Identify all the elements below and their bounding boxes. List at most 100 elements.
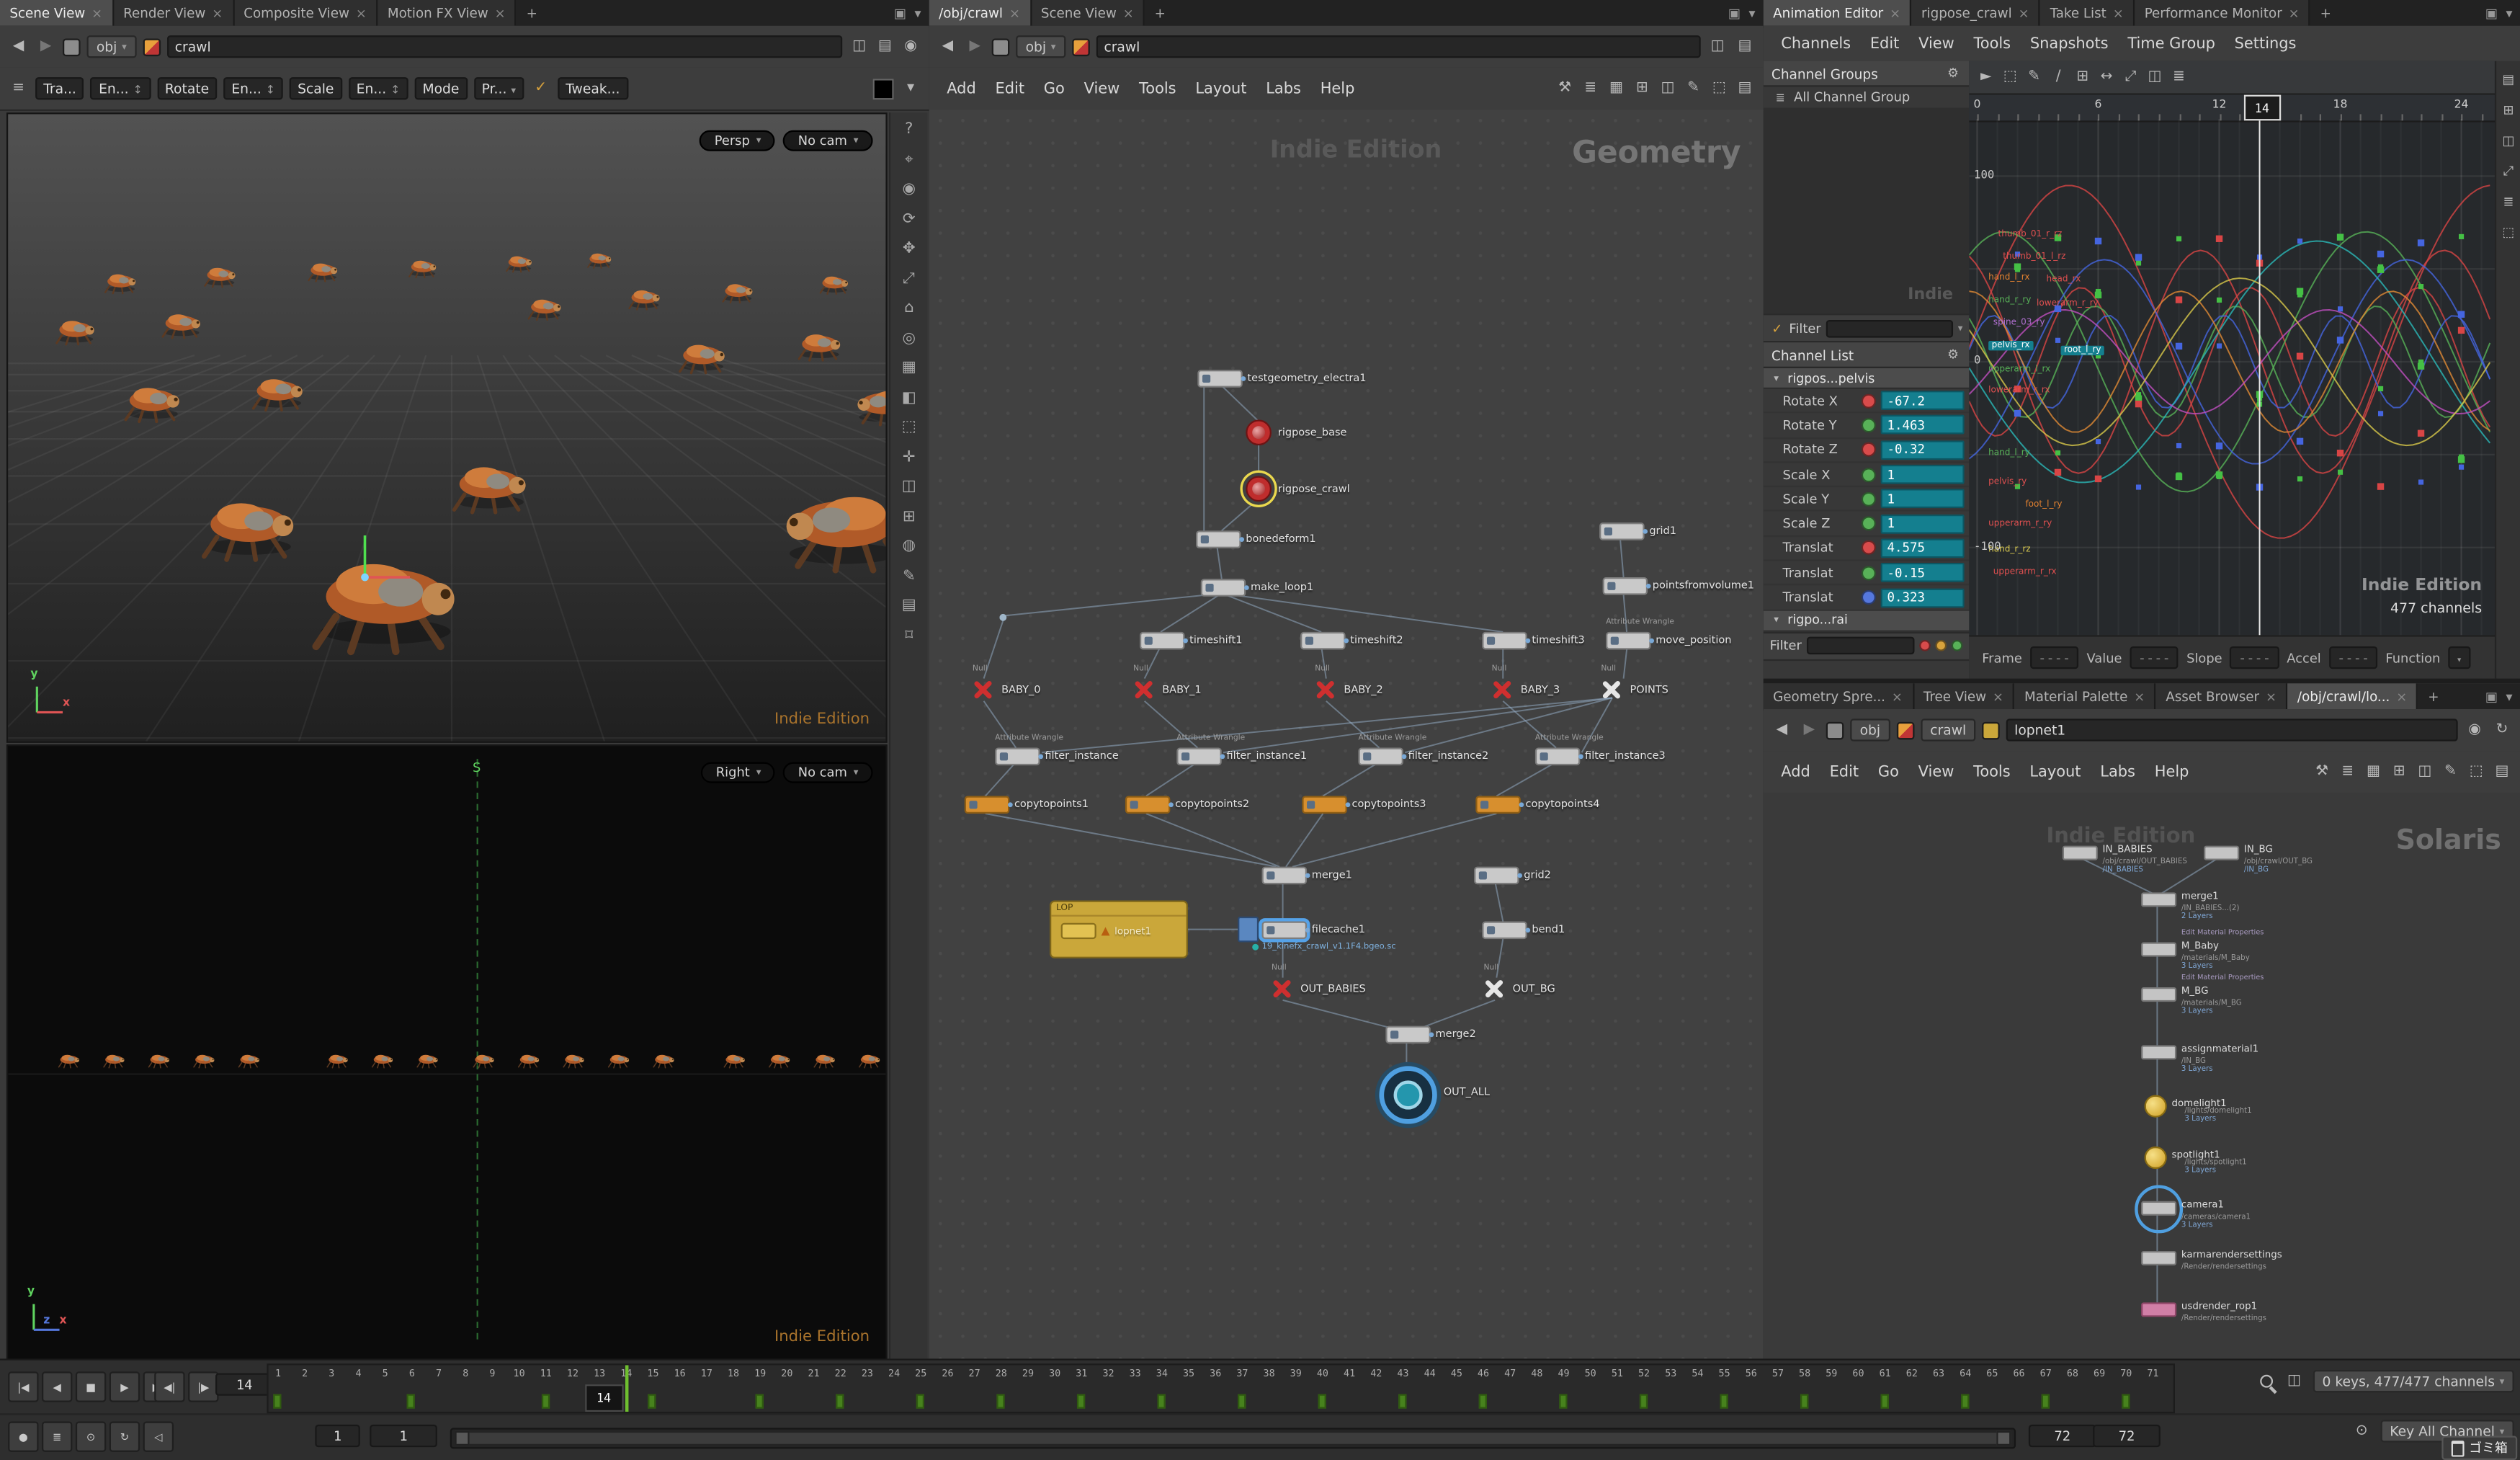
menu-labs[interactable]: Labs bbox=[1256, 78, 1310, 99]
keyframe-tick[interactable] bbox=[1077, 1394, 1085, 1409]
tweak-check-icon[interactable]: ✓ bbox=[530, 78, 551, 99]
display-options-icon[interactable]: ▤ bbox=[875, 36, 895, 57]
node-in-bg[interactable]: IN_BG/obj/crawl/OUT_BG/IN_BG bbox=[2204, 846, 2239, 860]
node-merge1[interactable]: merge1 bbox=[1262, 867, 1307, 885]
channel-group-item[interactable]: ≣ All Channel Group bbox=[1764, 86, 1970, 107]
footer-value-field[interactable]: ---- bbox=[2130, 646, 2179, 669]
forward-icon[interactable]: ▶ bbox=[35, 36, 56, 57]
node-karmarendersettings[interactable]: karmarendersettings/Render/rendersetting… bbox=[2141, 1251, 2176, 1265]
keyframe-tick[interactable] bbox=[756, 1394, 764, 1409]
refresh-icon[interactable]: ↻ bbox=[2492, 720, 2513, 741]
annotate-icon[interactable]: ✎ bbox=[1683, 78, 1704, 99]
menu-snapshots[interactable]: Snapshots bbox=[2020, 33, 2117, 54]
menu-layout[interactable]: Layout bbox=[1186, 78, 1256, 99]
node-pointsfromvolume1[interactable]: pointsfromvolume1 bbox=[1603, 577, 1648, 595]
playback-menu-icon[interactable]: ≣ bbox=[42, 1421, 72, 1451]
view-tools-icon[interactable]: ⌖ bbox=[896, 148, 922, 169]
split-view-icon[interactable]: ◫ bbox=[2145, 67, 2166, 88]
channel-groups-list[interactable]: Indie bbox=[1764, 107, 1970, 313]
node-rigpose-crawl[interactable]: rigpose_crawl bbox=[1246, 476, 1272, 502]
view-lock-icon[interactable]: ◉ bbox=[901, 36, 921, 57]
tab-asset-browser[interactable]: Asset Browser× bbox=[2156, 683, 2288, 709]
filter-yellow-toggle[interactable] bbox=[1935, 640, 1947, 651]
function-dropdown[interactable]: ▾ bbox=[2449, 646, 2470, 669]
keyframe-tick[interactable] bbox=[1800, 1394, 1808, 1409]
region-tools-icon[interactable]: ⊞ bbox=[2072, 67, 2093, 88]
node-timeshift1[interactable]: timeshift1 bbox=[1140, 632, 1184, 650]
tab-close-icon[interactable]: × bbox=[2266, 689, 2277, 703]
tab-close-icon[interactable]: × bbox=[356, 6, 367, 20]
keyframe-tick[interactable] bbox=[1961, 1394, 1969, 1409]
channel-row[interactable]: Translat0.323 bbox=[1764, 586, 1970, 610]
scale-field[interactable]: Scale bbox=[290, 77, 342, 99]
channel-group-row[interactable]: ▾ rigpos...pelvis bbox=[1764, 368, 1970, 389]
play-forward-icon[interactable]: ▶ bbox=[110, 1371, 140, 1402]
knife-icon[interactable]: / bbox=[2048, 67, 2069, 88]
groups-filter-field[interactable] bbox=[1826, 319, 1953, 337]
node-filter-instance1[interactable]: filter_instance1Attribute Wrangle bbox=[1176, 748, 1221, 766]
mode-field[interactable]: Mode bbox=[414, 77, 467, 99]
view-tumble-icon[interactable]: ⟳ bbox=[896, 208, 922, 229]
node-grid1[interactable]: grid1 bbox=[1599, 522, 1644, 540]
keyframe-tick[interactable] bbox=[1639, 1394, 1647, 1409]
pane-maximize-icon[interactable]: ▣ bbox=[2485, 688, 2498, 704]
keyframe-tick[interactable] bbox=[1398, 1394, 1406, 1409]
range-start-field[interactable]: 1 bbox=[315, 1425, 359, 1447]
audio-toggle-icon[interactable]: ◁ bbox=[143, 1421, 174, 1451]
playback-range-slider[interactable] bbox=[450, 1428, 2016, 1448]
menu-edit[interactable]: Edit bbox=[986, 78, 1034, 99]
keyframe-tick[interactable] bbox=[836, 1394, 844, 1409]
node-bonedeform1[interactable]: bonedeform1 bbox=[1196, 530, 1241, 548]
tab-render-view[interactable]: Render View× bbox=[114, 0, 234, 26]
tab-close-icon[interactable]: × bbox=[2134, 689, 2145, 703]
playback-start-field[interactable]: 1 bbox=[370, 1425, 437, 1447]
new-tab-button[interactable]: + bbox=[517, 0, 547, 26]
node-copytopoints1[interactable]: copytopoints1 bbox=[965, 796, 1009, 814]
node-merge1[interactable]: merge1/IN_BABIES...(2)2 Layers bbox=[2141, 892, 2176, 907]
menu-tools[interactable]: Tools bbox=[1130, 78, 1186, 99]
loop-mode-icon[interactable]: ↻ bbox=[110, 1421, 140, 1451]
viewport-menu-icon[interactable]: ▾ bbox=[901, 78, 921, 99]
rotate-enable-field[interactable]: En... ↕ bbox=[223, 77, 283, 99]
view-selector-badge[interactable]: Right▾ bbox=[702, 762, 776, 783]
keyframe-tick[interactable] bbox=[273, 1394, 281, 1409]
viewport-perspective[interactable]: Persp▾ No cam▾ Indie Edition y x bbox=[6, 112, 888, 743]
node-timeshift2[interactable]: timeshift2 bbox=[1300, 632, 1345, 650]
back-icon[interactable]: ◀ bbox=[1771, 720, 1792, 741]
graph-zoom-icon[interactable]: ⤢ bbox=[2499, 162, 2519, 180]
channel-graph[interactable]: ►⬚✎/⊞↔⤢◫≣ 0612182414 thumb_01_r_rzthumb_… bbox=[1969, 61, 2495, 679]
tab-close-icon[interactable]: × bbox=[2289, 6, 2300, 20]
viewport-right-ortho[interactable]: Right▾ No cam▾ S Indie Edition y z x bbox=[6, 744, 888, 1358]
node-out-bg[interactable]: OUT_BGNull bbox=[1483, 978, 1504, 999]
keyframe-tick[interactable] bbox=[996, 1394, 1004, 1409]
channel-value-field[interactable]: -0.32 bbox=[1881, 440, 1965, 460]
tree-list-icon[interactable]: ≣ bbox=[1580, 78, 1601, 99]
display-options-icon[interactable]: ▤ bbox=[1735, 36, 1756, 57]
node-baby-0[interactable]: BABY_0Null bbox=[973, 679, 993, 700]
home-view-icon[interactable]: ⌂ bbox=[896, 298, 922, 319]
pan-time-icon[interactable]: ↔ bbox=[2096, 67, 2117, 88]
tab-take-list[interactable]: Take List× bbox=[2040, 0, 2135, 26]
camera-selector-badge[interactable]: No cam▾ bbox=[784, 762, 873, 783]
stop-icon[interactable]: ■ bbox=[76, 1371, 106, 1402]
tab-close-icon[interactable]: × bbox=[2113, 6, 2124, 20]
display-shaded-icon[interactable]: ▦ bbox=[896, 357, 922, 378]
channel-value-field[interactable]: 1.463 bbox=[1881, 416, 1965, 435]
hydra-icon[interactable]: ◉ bbox=[2465, 720, 2485, 741]
columns-view-icon[interactable]: ◫ bbox=[2414, 762, 2435, 783]
node-baby-3[interactable]: BABY_3Null bbox=[1492, 679, 1513, 700]
current-frame-field[interactable]: 14 bbox=[215, 1374, 273, 1396]
keyframe-tick[interactable] bbox=[541, 1394, 549, 1409]
tab-obj-crawl-lo[interactable]: /obj/crawl/lo...× bbox=[2288, 683, 2418, 709]
range-slider-left-handle[interactable] bbox=[455, 1431, 469, 1446]
channel-row[interactable]: Rotate X-67.2 bbox=[1764, 389, 1970, 414]
node-path-field[interactable]: crawl bbox=[1096, 35, 1700, 58]
menu-help[interactable]: Help bbox=[2145, 762, 2198, 783]
keyframe-tick[interactable] bbox=[1720, 1394, 1728, 1409]
tab-obj-crawl[interactable]: /obj/crawl× bbox=[929, 0, 1032, 26]
channel-list-toggle-icon[interactable]: ≣ bbox=[2168, 67, 2189, 88]
select-keys-icon[interactable]: ► bbox=[1975, 67, 1996, 88]
tab-geometry-spre[interactable]: Geometry Spre...× bbox=[1764, 683, 1914, 709]
menu-time-group[interactable]: Time Group bbox=[2118, 33, 2225, 54]
timeline-zoom-icon[interactable] bbox=[2258, 1372, 2276, 1390]
